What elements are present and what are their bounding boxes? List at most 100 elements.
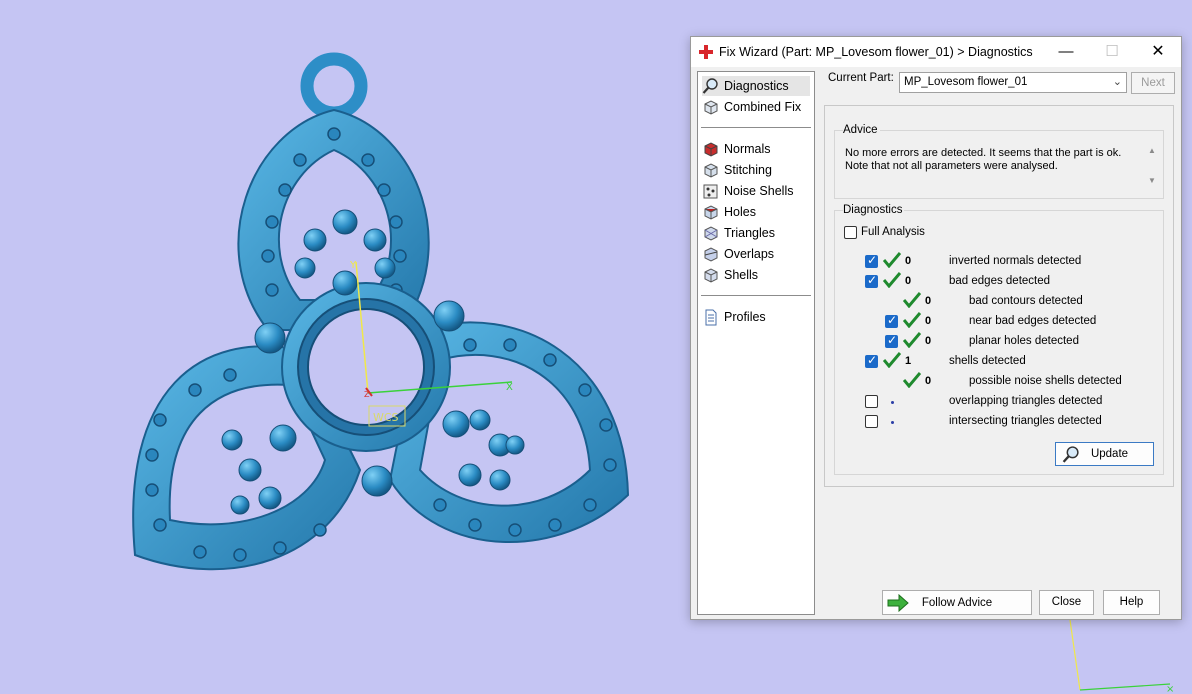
update-label: Update xyxy=(1090,448,1129,460)
diag-checkbox[interactable] xyxy=(865,395,878,408)
diag-result: 0 xyxy=(925,335,932,347)
current-part-select[interactable]: MP_Lovesom flower_01 ⌄ xyxy=(899,72,1127,93)
diag-result: 0 xyxy=(925,315,932,327)
pending-dot-icon xyxy=(891,401,894,404)
update-button[interactable]: Update xyxy=(1055,442,1154,466)
cube-icon xyxy=(704,99,718,115)
nav-item-label: Overlaps xyxy=(724,247,775,261)
follow-advice-label: Follow Advice xyxy=(921,596,993,609)
magnifier-icon xyxy=(702,77,718,94)
nav-item-label: Combined Fix xyxy=(724,100,802,114)
diag-result: 0 xyxy=(925,295,932,307)
diag-label: bad edges detected xyxy=(949,275,1051,287)
nav-item-normals[interactable]: Normals xyxy=(702,139,810,159)
fix-wizard-dialog: Fix Wizard (Part: MP_Lovesom flower_01) … xyxy=(690,36,1182,620)
green-check-icon xyxy=(883,272,901,288)
document-icon xyxy=(705,309,717,325)
diag-result: 1 xyxy=(905,355,912,367)
diagnostics-group: Diagnostics Full Analysis 0 inverted nor… xyxy=(834,204,1164,475)
nav-item-label: Triangles xyxy=(724,226,775,240)
red-cross-icon xyxy=(699,45,713,59)
diag-checkbox[interactable] xyxy=(865,415,878,428)
green-check-icon xyxy=(903,312,921,328)
nav-item-shells[interactable]: Shells xyxy=(702,265,810,285)
full-analysis-checkbox[interactable] xyxy=(844,226,857,239)
scroll-up-arrow[interactable]: ▲ xyxy=(1146,145,1158,157)
full-analysis-label: Full Analysis xyxy=(861,226,925,238)
advice-line: No more errors are detected. It seems th… xyxy=(845,147,1122,159)
diag-label: intersecting triangles detected xyxy=(949,415,1102,427)
advice-text: No more errors are detected. It seems th… xyxy=(845,147,1155,195)
nav-item-combined-fix[interactable]: Combined Fix xyxy=(702,97,810,117)
nav-item-profiles[interactable]: Profiles xyxy=(702,307,810,327)
diag-checkbox[interactable] xyxy=(865,353,878,368)
overlaps-icon xyxy=(704,246,718,262)
follow-advice-button[interactable]: Follow Advice xyxy=(882,590,1032,615)
maximize-button[interactable]: ☐ xyxy=(1089,37,1135,67)
diag-result: 0 xyxy=(905,255,912,267)
wizard-nav: Diagnostics Combined Fix Normals Stitchi… xyxy=(697,71,815,615)
green-check-icon xyxy=(903,372,921,388)
green-check-icon xyxy=(883,252,901,268)
stitching-cube-icon xyxy=(704,162,718,178)
holes-cube-icon xyxy=(704,204,718,220)
close-button[interactable]: Close xyxy=(1039,590,1094,615)
nav-item-stitching[interactable]: Stitching xyxy=(702,160,810,180)
diag-checkbox[interactable] xyxy=(865,253,878,268)
nav-item-holes[interactable]: Holes xyxy=(702,202,810,222)
diag-label: planar holes detected xyxy=(969,335,1079,347)
diag-checkbox[interactable] xyxy=(865,273,878,288)
next-button[interactable]: Next xyxy=(1131,72,1175,94)
diagnostics-title: Diagnostics xyxy=(843,204,905,216)
close-window-button[interactable]: ✕ xyxy=(1135,37,1181,67)
wcs-label: WCS xyxy=(373,411,399,424)
diag-checkbox[interactable] xyxy=(885,313,898,328)
current-part-label: Current Part: xyxy=(828,72,894,84)
help-button[interactable]: Help xyxy=(1103,590,1160,615)
nav-item-triangles[interactable]: Triangles xyxy=(702,223,810,243)
nav-item-diagnostics[interactable]: Diagnostics xyxy=(702,76,810,96)
noise-shells-icon xyxy=(703,184,718,198)
nav-item-label: Shells xyxy=(724,268,759,282)
diag-label: shells detected xyxy=(949,355,1026,367)
diag-label: inverted normals detected xyxy=(949,255,1082,267)
diag-label: near bad edges detected xyxy=(969,315,1097,327)
minimize-button[interactable]: — xyxy=(1043,37,1089,67)
nav-item-label: Noise Shells xyxy=(724,184,794,198)
diag-label: bad contours detected xyxy=(969,295,1083,307)
green-check-icon xyxy=(883,352,901,368)
shells-icon xyxy=(704,267,718,283)
axis-y-label: Y xyxy=(349,260,357,271)
diag-checkbox[interactable] xyxy=(885,333,898,348)
advice-title: Advice xyxy=(843,124,880,136)
nav-divider xyxy=(701,127,811,128)
nav-item-label: Normals xyxy=(724,142,771,156)
diag-result: 0 xyxy=(925,375,932,387)
window-title: Fix Wizard (Part: MP_Lovesom flower_01) … xyxy=(719,45,1033,59)
advice-group: Advice No more errors are detected. It s… xyxy=(834,124,1164,199)
current-part-value: MP_Lovesom flower_01 xyxy=(904,76,1028,88)
chevron-down-icon: ⌄ xyxy=(1112,76,1122,88)
magnifier-icon xyxy=(1062,446,1079,463)
nav-item-label: Profiles xyxy=(724,310,766,324)
scroll-down-arrow[interactable]: ▼ xyxy=(1146,175,1158,187)
advice-line: Note that not all parameters were analys… xyxy=(845,160,1058,172)
green-check-icon xyxy=(903,332,921,348)
nav-divider xyxy=(701,295,811,296)
axis-x-label: X xyxy=(506,382,513,393)
nav-item-noise-shells[interactable]: Noise Shells xyxy=(702,181,810,201)
nav-item-label: Holes xyxy=(724,205,756,219)
normals-cube-icon xyxy=(704,141,718,157)
svg-text:×: × xyxy=(1166,684,1174,694)
green-arrow-icon xyxy=(887,594,909,612)
triangles-icon xyxy=(704,225,718,241)
nav-item-label: Diagnostics xyxy=(724,79,789,93)
diag-label: overlapping triangles detected xyxy=(949,395,1103,407)
pending-dot-icon xyxy=(891,421,894,424)
title-bar[interactable]: Fix Wizard (Part: MP_Lovesom flower_01) … xyxy=(691,37,1181,67)
nav-item-overlaps[interactable]: Overlaps xyxy=(702,244,810,264)
axis-z-label: Z xyxy=(364,390,370,399)
green-check-icon xyxy=(903,292,921,308)
nav-item-label: Stitching xyxy=(724,163,772,177)
diagnostics-panel: Advice No more errors are detected. It s… xyxy=(824,105,1174,487)
